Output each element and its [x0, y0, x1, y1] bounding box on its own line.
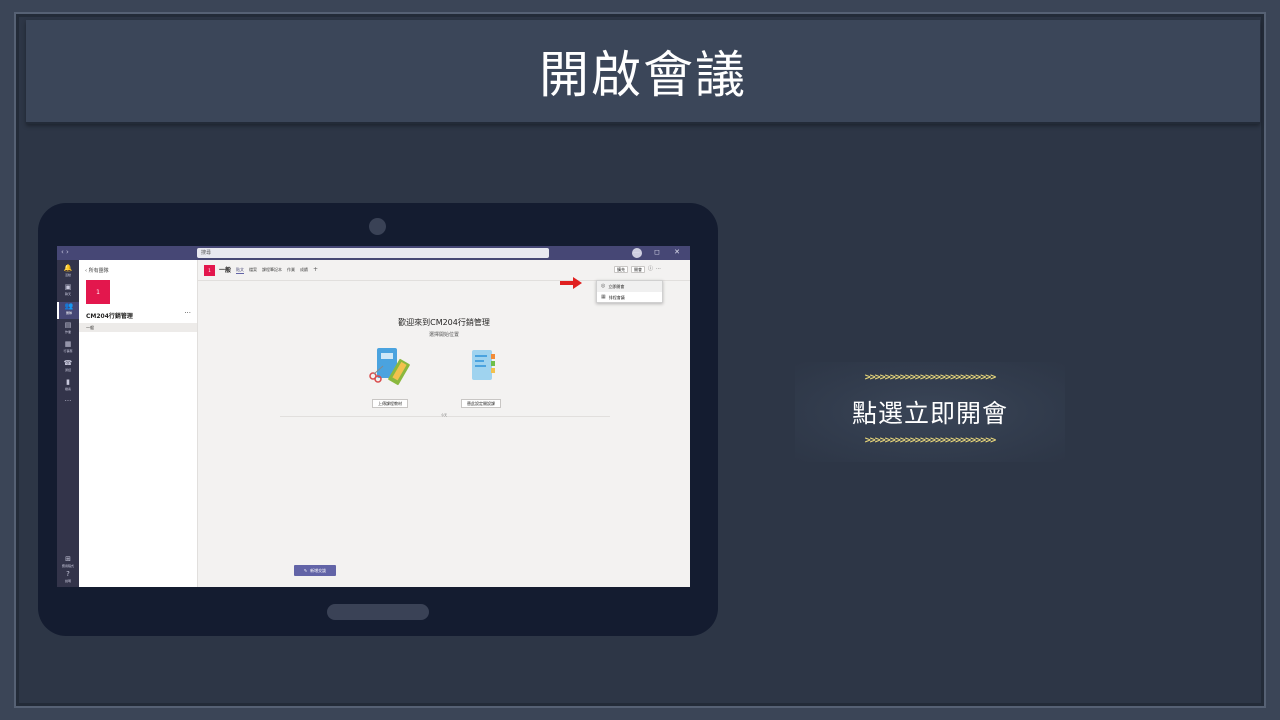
channel-actions: 擴充 開會 ⓘ ···: [614, 266, 661, 273]
setup-class-card: 替此設定開設課: [441, 346, 521, 409]
tab-grades[interactable]: 成績: [300, 267, 308, 274]
rail-label: 行事曆: [63, 349, 73, 353]
teams-icon: 👥: [64, 302, 74, 310]
rail-item-assignments[interactable]: ▤ 作業: [57, 321, 79, 338]
upload-materials-card: 上傳課程教材: [350, 346, 430, 409]
phone-icon: ☎: [63, 359, 73, 367]
slide-title-bar: 開啟會議: [26, 20, 1260, 124]
teams-app-rail: 🔔 活動 ▣ 聊天 👥 團隊 ▤ 作業 ▦ 行事曆 ☎ 通話 ▮ 檔案 ··· …: [57, 260, 79, 587]
notebook-tabs-icon: [472, 350, 495, 380]
more-options-icon[interactable]: ···: [656, 266, 661, 273]
tablet-device: ‹ › 搜尋 — ◻ ✕ 🔔 活動 ▣ 聊天 👥 團隊 ▤ 作業 ▦ 行事曆 ☎…: [38, 203, 718, 636]
meet-now-item[interactable]: ◎ 立即開會: [597, 281, 662, 292]
team-avatar: 1: [86, 280, 110, 304]
meet-now-label: 立即開會: [608, 284, 625, 289]
red-arrow-icon: [560, 277, 582, 289]
rail-label: 說明: [64, 579, 71, 583]
tablet-home-button: [327, 604, 429, 620]
team-name: CM204行銷管理: [86, 313, 133, 320]
today-label: 今天: [440, 413, 447, 417]
tablet-camera: [369, 218, 386, 235]
compose-icon: ✎: [303, 568, 308, 573]
rail-item-more[interactable]: ···: [57, 397, 79, 414]
channel-item-general[interactable]: 一般: [79, 323, 197, 332]
rail-label: 應用程式: [61, 564, 74, 568]
meet-dropdown-menu: ◎ 立即開會 ▦ 排程會議: [596, 280, 663, 303]
rail-item-activity[interactable]: 🔔 活動: [57, 264, 79, 281]
all-teams-link[interactable]: ‹ 所有團隊: [85, 267, 109, 274]
slide-title: 開啟會議: [539, 46, 747, 104]
rail-label: 通話: [64, 368, 71, 372]
files-icon: ▮: [66, 378, 70, 386]
camera-icon: ◎: [601, 283, 606, 289]
rail-item-calendar[interactable]: ▦ 行事曆: [57, 340, 79, 357]
channel-avatar: 1: [204, 265, 215, 276]
schedule-meeting-item[interactable]: ▦ 排程會議: [597, 292, 662, 303]
tab-posts[interactable]: 貼文: [236, 267, 244, 274]
chat-icon: ▣: [64, 283, 72, 291]
calendar-icon: ▦: [64, 340, 72, 348]
instruction-callout: >>>>>>>>>>>>>>>>>>>>>>>>>> 點選立即開會 >>>>>>…: [795, 362, 1065, 462]
assignments-icon: ▤: [64, 321, 72, 329]
channel-main-pane: 1 一般 貼文 檔案 課程筆記本 作業 成績 + 擴充 開會 ⓘ ··· ◎ 立…: [198, 260, 690, 587]
rail-label: 團隊: [65, 311, 72, 315]
schedule-meeting-label: 排程會議: [608, 295, 625, 300]
rail-label: 聊天: [64, 292, 71, 296]
tab-class-notebook[interactable]: 課程筆記本: [262, 267, 282, 274]
help-icon: ?: [66, 570, 70, 578]
chevron-row-bottom: >>>>>>>>>>>>>>>>>>>>>>>>>>: [864, 435, 997, 446]
info-icon[interactable]: ⓘ: [648, 266, 653, 273]
channel-list-panel: ‹ 所有團隊 1 CM204行銷管理 ··· 一般: [79, 260, 198, 587]
rail-item-chat[interactable]: ▣ 聊天: [57, 283, 79, 300]
welcome-title: 歡迎來到CM204行銷管理: [398, 318, 490, 327]
channel-tabs: 貼文 檔案 課程筆記本 作業 成績 +: [236, 267, 318, 274]
welcome-subtitle: 選擇開始位置: [428, 332, 459, 338]
new-conversation-label: 新增交談: [310, 567, 327, 573]
channel-title: 一般: [219, 267, 232, 274]
rail-item-files[interactable]: ▮ 檔案: [57, 378, 79, 395]
meet-button[interactable]: 開會: [631, 266, 645, 273]
new-conversation-button[interactable]: ✎ 新增交談: [294, 565, 336, 576]
window-controls[interactable]: — ◻ ✕: [633, 248, 686, 256]
rail-item-help[interactable]: ? 說明: [57, 570, 79, 587]
upload-materials-button[interactable]: 上傳課程教材: [372, 399, 408, 408]
rail-label: 作業: [64, 330, 71, 334]
calendar-icon: ▦: [601, 294, 606, 300]
teams-screen: ‹ › 搜尋 — ◻ ✕ 🔔 活動 ▣ 聊天 👥 團隊 ▤ 作業 ▦ 行事曆 ☎…: [57, 246, 690, 587]
instruction-text: 點選立即開會: [851, 399, 1008, 428]
teams-titlebar: ‹ › 搜尋 — ◻ ✕: [57, 246, 690, 260]
setup-class-button[interactable]: 替此設定開設課: [461, 399, 501, 408]
bell-icon: 🔔: [63, 264, 73, 272]
rail-item-teams[interactable]: 👥 團隊: [57, 302, 79, 319]
add-tab-button[interactable]: +: [313, 267, 318, 274]
rail-label: 檔案: [64, 387, 71, 391]
nav-arrows-icon[interactable]: ‹ ›: [61, 248, 69, 256]
rail-item-calls[interactable]: ☎ 通話: [57, 359, 79, 376]
search-input[interactable]: 搜尋: [197, 248, 549, 258]
expand-button[interactable]: 擴充: [614, 266, 628, 273]
rail-label: 活動: [64, 273, 71, 277]
team-more-icon[interactable]: ···: [184, 309, 191, 317]
tab-files[interactable]: 檔案: [249, 267, 257, 274]
tab-assignments[interactable]: 作業: [287, 267, 295, 274]
apps-icon: ⊞: [65, 555, 71, 563]
more-icon: ···: [64, 397, 72, 405]
chevron-row-top: >>>>>>>>>>>>>>>>>>>>>>>>>>: [864, 372, 997, 383]
notebook-scissors-icon: [369, 348, 410, 386]
